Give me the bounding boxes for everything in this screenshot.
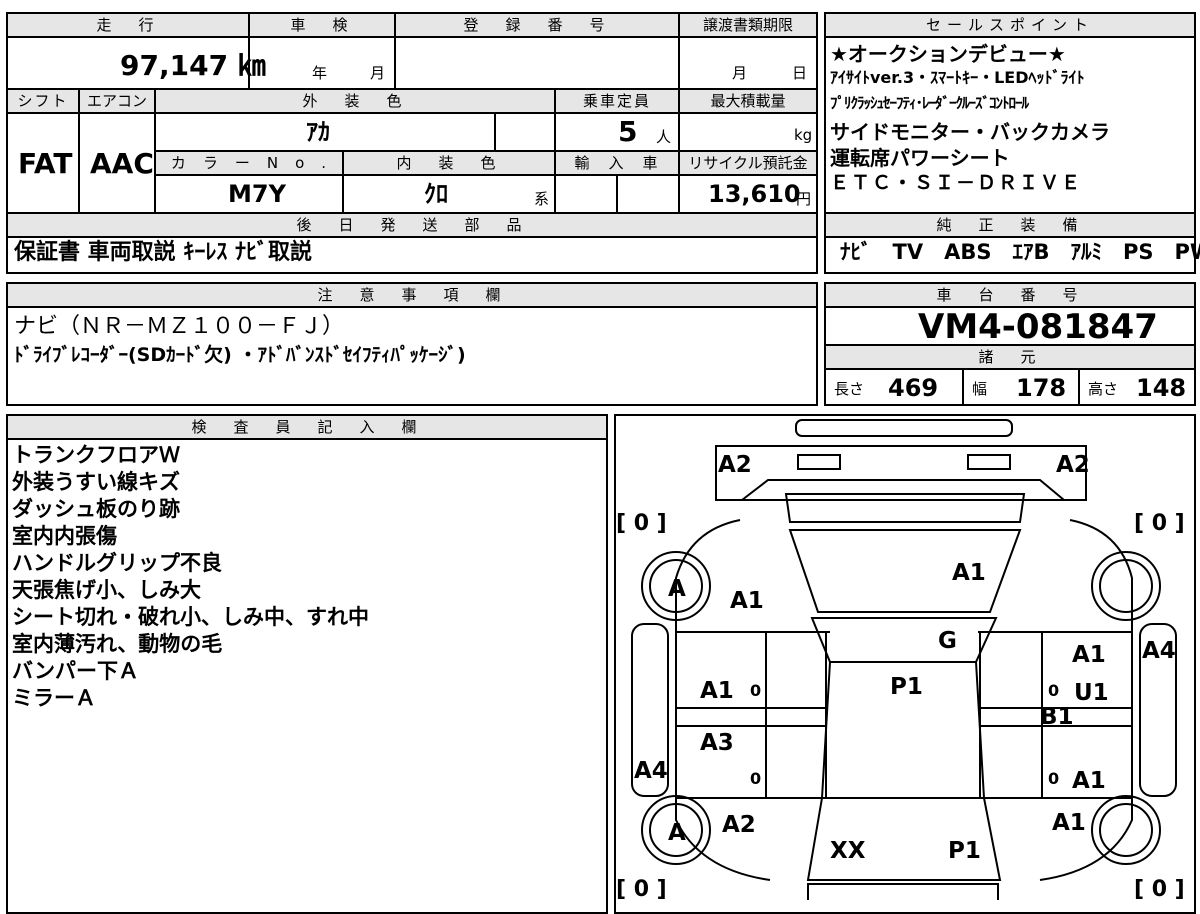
damage-mark: A1 xyxy=(1072,768,1106,794)
damage-mark: 0 xyxy=(750,681,761,700)
tread-right-top: [ 0 ] xyxy=(1134,511,1185,536)
damage-mark: P1 xyxy=(890,674,923,700)
damage-mark: 0 xyxy=(750,769,761,788)
tread-left-top: [ 0 ] xyxy=(616,511,667,536)
damage-mark: A xyxy=(668,576,686,602)
damage-mark: A1 xyxy=(730,588,764,614)
damage-mark: 0 xyxy=(1048,769,1059,788)
damage-mark: A1 xyxy=(1072,642,1106,668)
damage-mark: A3 xyxy=(700,730,734,756)
damage-mark: A4 xyxy=(634,758,668,784)
damage-mark: A4 xyxy=(1142,638,1176,664)
damage-mark: A2 xyxy=(722,812,756,838)
damage-mark: A2 xyxy=(718,452,752,478)
damage-mark: A1 xyxy=(700,678,734,704)
damage-mark: 0 xyxy=(1048,681,1059,700)
damage-mark: A xyxy=(668,820,686,846)
damage-mark: A2 xyxy=(1056,452,1090,478)
damage-mark: P1 xyxy=(948,838,981,864)
tread-right-bottom: [ 0 ] xyxy=(1134,877,1185,900)
car-diagram: [ 0 ] [ 0 ] [ 0 ] [ 0 ] A2 A2 A1 A1 G A A A1 P1 A… xyxy=(616,419,1185,900)
tread-left-bottom: [ 0 ] xyxy=(616,877,667,900)
damage-mark: A1 xyxy=(952,560,986,586)
damage-mark: B1 xyxy=(1040,704,1074,730)
damage-mark: G xyxy=(938,628,957,654)
damage-mark: XX xyxy=(830,838,866,864)
damage-mark: U1 xyxy=(1074,680,1109,706)
damage-mark: A1 xyxy=(1052,810,1086,836)
